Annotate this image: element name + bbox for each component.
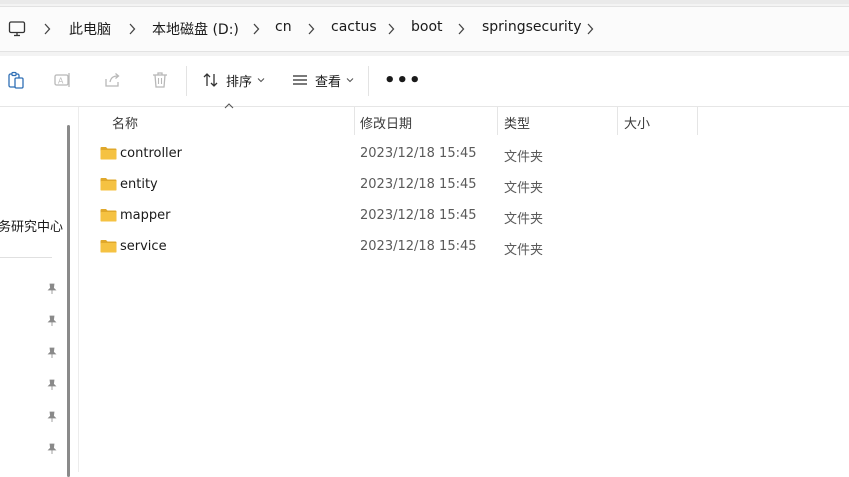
file-type: 文件夹 — [504, 150, 544, 165]
breadcrumb-drive-d[interactable]: 本地磁盘 (D:) — [152, 19, 239, 39]
column-separator[interactable] — [697, 107, 698, 135]
file-date: 2023/12/18 15:45 — [360, 239, 477, 254]
nav-item-research-center[interactable]: 务研究中心 — [0, 216, 63, 235]
column-header-date[interactable]: 修改日期 — [360, 113, 412, 132]
file-type: 文件夹 — [504, 243, 544, 258]
title-strip — [0, 0, 849, 4]
chevron-down-icon — [257, 78, 265, 83]
pin-icon[interactable] — [46, 443, 58, 455]
address-bar: 此电脑 本地磁盘 (D:) cn cactus boot springsecur… — [0, 0, 849, 56]
file-name: mapper — [120, 208, 171, 223]
share-icon[interactable] — [103, 70, 123, 90]
pane-divider[interactable] — [78, 107, 79, 472]
command-bar: A 排序 查看 — [0, 56, 849, 107]
chevron-right-icon[interactable] — [42, 22, 52, 36]
paste-icon[interactable] — [6, 70, 26, 90]
file-date: 2023/12/18 15:45 — [360, 146, 477, 161]
breadcrumb-boot[interactable]: boot — [411, 19, 443, 35]
breadcrumb-springsecurity[interactable]: springsecurity — [482, 19, 581, 35]
column-separator[interactable] — [617, 107, 618, 135]
column-separator[interactable] — [354, 107, 355, 135]
pin-icon[interactable] — [46, 379, 58, 391]
folder-icon — [100, 147, 117, 160]
pin-icon[interactable] — [46, 315, 58, 327]
file-date: 2023/12/18 15:45 — [360, 177, 477, 192]
chevron-right-icon[interactable] — [306, 22, 316, 36]
file-name: service — [120, 239, 167, 254]
rename-icon[interactable]: A — [53, 70, 73, 90]
file-type: 文件夹 — [504, 181, 544, 196]
folder-icon — [100, 178, 117, 191]
view-button[interactable]: 查看 — [291, 69, 354, 91]
chevron-right-icon[interactable] — [127, 22, 137, 36]
more-options-button[interactable]: ••• — [384, 70, 422, 91]
sort-button[interactable]: 排序 — [202, 69, 265, 91]
chevron-right-icon[interactable] — [251, 22, 261, 36]
toolbar-divider — [186, 66, 187, 96]
computer-icon[interactable] — [8, 20, 26, 38]
folder-icon — [100, 209, 117, 222]
file-type: 文件夹 — [504, 212, 544, 227]
breadcrumb[interactable]: 此电脑 本地磁盘 (D:) cn cactus boot springsecur… — [0, 6, 849, 52]
column-header-size[interactable]: 大小 — [624, 113, 650, 132]
column-header-name[interactable]: 名称 — [112, 113, 138, 132]
chevron-right-icon[interactable] — [386, 22, 396, 36]
toolbar-divider — [368, 66, 369, 96]
view-label: 查看 — [315, 74, 342, 90]
pin-icon[interactable] — [46, 411, 58, 423]
breadcrumb-cn[interactable]: cn — [275, 19, 292, 35]
sort-label: 排序 — [226, 74, 253, 90]
nav-divider — [0, 257, 52, 258]
navigation-pane: 务研究中心 — [0, 107, 78, 477]
column-header-row: 名称 修改日期 类型 大小 — [95, 107, 700, 135]
chevron-right-icon[interactable] — [585, 22, 595, 36]
navigation-scrollbar[interactable] — [67, 125, 70, 477]
delete-icon[interactable] — [150, 70, 170, 90]
svg-text:A: A — [58, 77, 64, 86]
file-name: entity — [120, 177, 158, 192]
view-icon — [293, 75, 307, 85]
chevron-down-icon — [346, 78, 354, 83]
pin-icon[interactable] — [46, 347, 58, 359]
breadcrumb-this-pc[interactable]: 此电脑 — [69, 19, 111, 39]
file-name: controller — [120, 146, 183, 161]
column-separator[interactable] — [497, 107, 498, 135]
column-header-type[interactable]: 类型 — [504, 113, 530, 132]
folder-icon — [100, 240, 117, 253]
sort-icon — [203, 73, 218, 87]
chevron-right-icon[interactable] — [456, 22, 466, 36]
file-row[interactable]: entity 2023/12/18 15:45 文件夹 — [95, 170, 695, 200]
breadcrumb-cactus[interactable]: cactus — [331, 19, 377, 35]
pin-icon[interactable] — [46, 283, 58, 295]
file-date: 2023/12/18 15:45 — [360, 208, 477, 223]
file-row[interactable]: controller 2023/12/18 15:45 文件夹 — [95, 139, 695, 169]
file-row[interactable]: mapper 2023/12/18 15:45 文件夹 — [95, 201, 695, 231]
file-row[interactable]: service 2023/12/18 15:45 文件夹 — [95, 232, 695, 262]
